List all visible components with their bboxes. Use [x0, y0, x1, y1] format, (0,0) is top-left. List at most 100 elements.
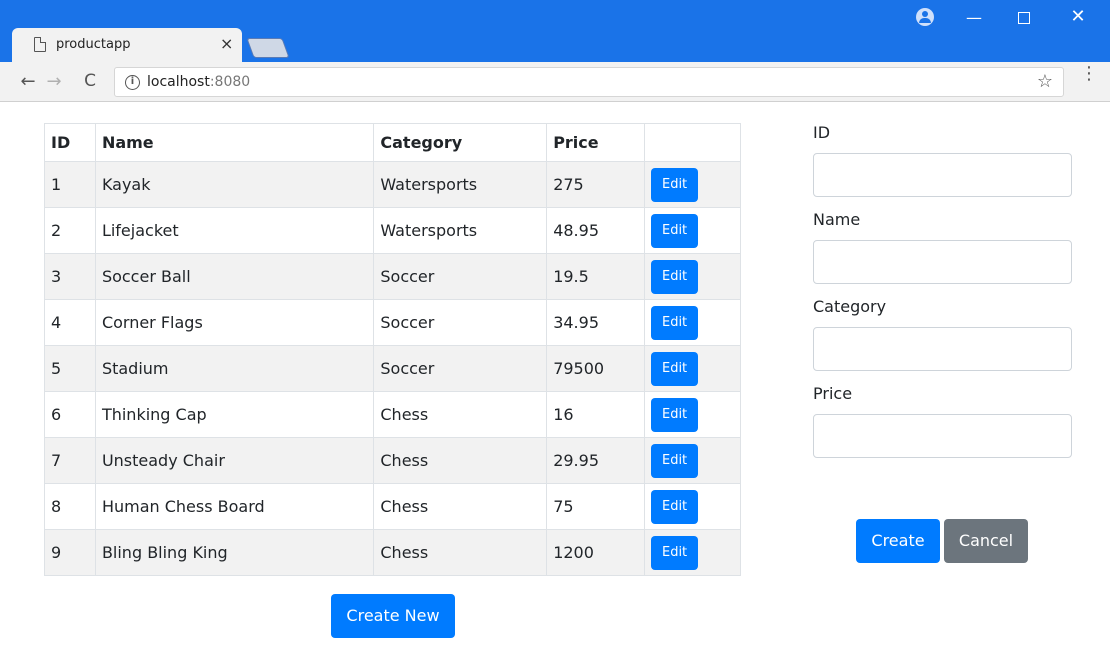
category-label: Category	[813, 297, 887, 316]
price-input[interactable]	[813, 414, 1072, 458]
browser-menu-icon[interactable]: ⋮	[1080, 65, 1098, 83]
form-group-category: Category	[813, 297, 1072, 371]
cell-category: Soccer	[373, 345, 548, 392]
cell-actions: Edit	[644, 483, 741, 530]
cell-price: 75	[546, 483, 646, 530]
address-bar[interactable]: i localhost:8080 ☆	[114, 67, 1064, 97]
create-button[interactable]: Create	[856, 519, 940, 563]
table-row: 3 Soccer Ball Soccer 19.5 Edit	[44, 253, 741, 300]
cell-id: 7	[44, 437, 96, 484]
cell-actions: Edit	[644, 345, 741, 392]
maximize-icon[interactable]	[1018, 12, 1030, 24]
cell-name: Stadium	[94, 345, 375, 392]
form-group-price: Price	[813, 384, 1072, 458]
cell-name: Lifejacket	[94, 207, 375, 254]
table-row: 5 Stadium Soccer 79500 Edit	[44, 345, 741, 392]
reload-icon[interactable]: C	[80, 71, 100, 91]
url-text[interactable]: localhost:8080	[147, 74, 250, 90]
table-header-row: ID Name Category Price	[44, 123, 741, 162]
cell-name: Corner Flags	[94, 299, 375, 346]
back-icon[interactable]: ←	[18, 71, 38, 92]
edit-button[interactable]: Edit	[651, 213, 699, 248]
close-tab-icon[interactable]: ×	[220, 34, 233, 53]
edit-button[interactable]: Edit	[651, 351, 699, 386]
browser-toolbar: ← → C i localhost:8080 ☆ ⋮	[0, 62, 1110, 102]
edit-button[interactable]: Edit	[651, 443, 699, 478]
cell-id: 5	[44, 345, 96, 392]
edit-button[interactable]: Edit	[651, 489, 699, 524]
header-price: Price	[546, 123, 646, 162]
header-category: Category	[373, 123, 548, 162]
table-row: 1 Kayak Watersports 275 Edit	[44, 161, 741, 208]
cell-actions: Edit	[644, 391, 741, 438]
price-label: Price	[813, 384, 853, 403]
name-label: Name	[813, 210, 861, 229]
cell-actions: Edit	[644, 299, 741, 346]
new-tab-button[interactable]	[246, 38, 290, 58]
cell-name: Thinking Cap	[94, 391, 375, 438]
cell-price: 34.95	[546, 299, 646, 346]
browser-titlebar: productapp × — ✕	[0, 0, 1110, 62]
cell-price: 48.95	[546, 207, 646, 254]
cell-category: Soccer	[373, 299, 548, 346]
cell-price: 29.95	[546, 437, 646, 484]
header-id: ID	[44, 123, 96, 162]
browser-tab[interactable]: productapp ×	[12, 28, 242, 62]
cancel-button[interactable]: Cancel	[944, 519, 1028, 563]
cell-actions: Edit	[644, 207, 741, 254]
edit-button[interactable]: Edit	[651, 397, 699, 432]
header-actions	[644, 123, 741, 162]
page-content: ID Name Category Price 1 Kayak Waterspor…	[0, 103, 1110, 654]
cell-category: Soccer	[373, 253, 548, 300]
cell-name: Human Chess Board	[94, 483, 375, 530]
url-host: localhost	[147, 74, 210, 90]
cell-actions: Edit	[644, 253, 741, 300]
cell-price: 1200	[546, 529, 646, 576]
cell-price: 19.5	[546, 253, 646, 300]
table-row: 4 Corner Flags Soccer 34.95 Edit	[44, 299, 741, 346]
cell-id: 8	[44, 483, 96, 530]
form-actions: Create Cancel	[856, 519, 1028, 563]
table-row: 9 Bling Bling King Chess 1200 Edit	[44, 529, 741, 576]
cell-name: Bling Bling King	[94, 529, 375, 576]
header-name: Name	[94, 123, 375, 162]
form-group-id: ID	[813, 123, 1072, 197]
account-icon[interactable]	[916, 8, 934, 26]
cell-id: 6	[44, 391, 96, 438]
cell-category: Watersports	[373, 161, 548, 208]
cell-actions: Edit	[644, 161, 741, 208]
products-table: ID Name Category Price 1 Kayak Waterspor…	[44, 123, 741, 576]
cell-price: 16	[546, 391, 646, 438]
table-row: 6 Thinking Cap Chess 16 Edit	[44, 391, 741, 438]
minimize-icon[interactable]: —	[964, 8, 984, 27]
url-port: :8080	[209, 74, 251, 90]
edit-button[interactable]: Edit	[651, 305, 699, 340]
cell-id: 3	[44, 253, 96, 300]
cell-price: 79500	[546, 345, 646, 392]
page-icon	[34, 37, 46, 52]
product-form: ID Name Category Price Create Cancel	[813, 123, 1072, 563]
id-input[interactable]	[813, 153, 1072, 197]
cell-category: Chess	[373, 529, 548, 576]
category-input[interactable]	[813, 327, 1072, 371]
close-window-icon[interactable]: ✕	[1068, 6, 1088, 27]
cell-name: Kayak	[94, 161, 375, 208]
info-icon[interactable]: i	[125, 75, 140, 90]
table-row: 8 Human Chess Board Chess 75 Edit	[44, 483, 741, 530]
cell-id: 4	[44, 299, 96, 346]
edit-button[interactable]: Edit	[651, 259, 699, 294]
cell-name: Unsteady Chair	[94, 437, 375, 484]
forward-icon[interactable]: →	[44, 71, 64, 92]
form-group-name: Name	[813, 210, 1072, 284]
cell-price: 275	[546, 161, 646, 208]
create-new-button[interactable]: Create New	[331, 594, 455, 638]
edit-button[interactable]: Edit	[651, 167, 699, 202]
name-input[interactable]	[813, 240, 1072, 284]
bookmark-star-icon[interactable]: ☆	[1037, 71, 1053, 92]
edit-button[interactable]: Edit	[651, 535, 699, 570]
cell-id: 2	[44, 207, 96, 254]
tab-title: productapp	[56, 37, 131, 52]
table-row: 7 Unsteady Chair Chess 29.95 Edit	[44, 437, 741, 484]
cell-actions: Edit	[644, 437, 741, 484]
cell-category: Watersports	[373, 207, 548, 254]
